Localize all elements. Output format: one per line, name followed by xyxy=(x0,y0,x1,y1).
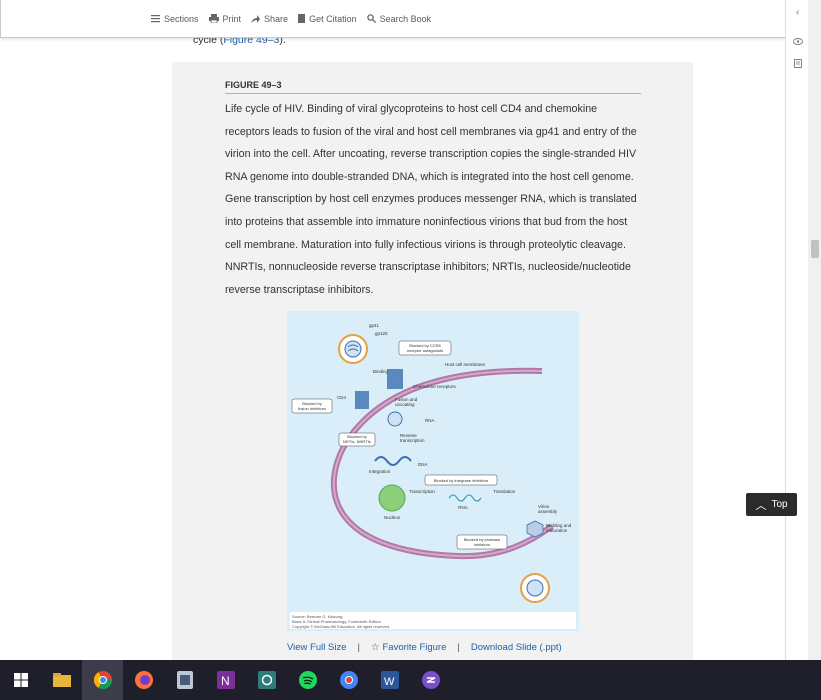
label-integrase: Blocked by integrase inhibitors xyxy=(434,478,488,483)
book-toolbar: Sections Print Share Get Citation Search… xyxy=(0,0,790,38)
figure-actions: View Full Size | ☆ Favorite Figure | Dow… xyxy=(287,642,587,653)
document-icon xyxy=(298,14,306,23)
label-ccr5-b: receptor antagonists xyxy=(407,348,443,353)
windows-start-icon[interactable] xyxy=(0,660,41,700)
label-gp120: gp120 xyxy=(375,331,388,336)
sections-label: Sections xyxy=(164,13,199,24)
nucleus-icon xyxy=(378,484,406,512)
windows-taskbar: N W xyxy=(0,660,821,700)
chemokine-receptor-icon xyxy=(387,369,403,389)
sections-button[interactable]: Sections xyxy=(151,14,199,24)
label-reverse-b: transcription xyxy=(400,438,425,443)
label-host-membrane: Host cell membrane xyxy=(445,362,486,367)
search-label: Search Book xyxy=(379,13,432,24)
page-viewport: cycle (Figure 49–3). FIGURE 49–3 Life cy… xyxy=(0,0,808,660)
label-gp41: gp41 xyxy=(369,323,380,328)
hiv-lifecycle-diagram: gp41 gp120 Blocked by CCR5 receptor anta… xyxy=(291,323,572,603)
printer-icon xyxy=(208,14,219,23)
utility-app-icon[interactable] xyxy=(164,660,205,700)
app-settings-icon[interactable] xyxy=(246,660,287,700)
notes-icon[interactable] xyxy=(789,55,806,72)
star-icon[interactable]: ☆ xyxy=(371,642,380,653)
separator: | xyxy=(357,642,360,653)
share-button[interactable]: Share xyxy=(251,14,288,24)
label-nrti-b: NRTIs, NNRTIs xyxy=(343,439,371,444)
label-rna2: RNA xyxy=(458,505,468,510)
share-icon xyxy=(251,14,261,23)
figure-label: FIGURE 49–3 xyxy=(225,80,641,94)
label-fusion-block-b: fusion inhibitors xyxy=(298,406,326,411)
purple-app-icon[interactable] xyxy=(410,660,451,700)
citation-label: Get Citation xyxy=(309,13,357,24)
label-cd4: CD4 xyxy=(337,395,346,400)
label-integration: Integration xyxy=(369,469,391,474)
chrome-icon[interactable] xyxy=(82,660,123,700)
back-to-top-button[interactable]: ︿ Top xyxy=(746,493,797,516)
mrna-icon xyxy=(448,494,482,502)
search-icon xyxy=(366,14,376,23)
label-nucleus: Nucleus xyxy=(384,515,401,520)
chevron-up-icon: ︿ xyxy=(755,499,767,512)
firefox-icon[interactable] xyxy=(123,660,164,700)
label-binding: Binding xyxy=(373,369,389,374)
favorite-figure-link[interactable]: Favorite Figure xyxy=(383,642,447,653)
figure-credit: Source: Bertram G. Katzung: Basic & Clin… xyxy=(290,612,576,629)
immature-virion-icon xyxy=(526,520,544,538)
figure-panel: FIGURE 49–3 Life cycle of HIV. Binding o… xyxy=(172,62,693,660)
svg-text:N: N xyxy=(221,674,230,688)
credit-line-3: Copyright © McGraw-Hill Education. All r… xyxy=(292,624,391,629)
download-slide-link[interactable]: Download Slide (.ppt) xyxy=(471,642,562,653)
print-button[interactable]: Print xyxy=(208,13,242,24)
onenote-icon[interactable]: N xyxy=(205,660,246,700)
right-rail: ‹ xyxy=(785,0,808,660)
chrome-alt-icon[interactable] xyxy=(328,660,369,700)
file-explorer-icon[interactable] xyxy=(41,660,82,700)
print-label: Print xyxy=(222,13,242,24)
label-fusion-b: uncoating xyxy=(395,402,415,407)
mature-virion-icon xyxy=(520,573,550,603)
figure-image-hiv-lifecycle[interactable]: gp41 gp120 Blocked by CCR5 receptor anta… xyxy=(287,311,579,631)
get-citation-button[interactable]: Get Citation xyxy=(298,14,357,24)
spotify-icon[interactable] xyxy=(287,660,328,700)
label-translation: Translation xyxy=(493,489,516,494)
hiv-virion-icon xyxy=(338,334,368,364)
view-full-size-link[interactable]: View Full Size xyxy=(287,642,347,653)
chevron-left-icon[interactable]: ‹ xyxy=(789,4,806,21)
sections-icon xyxy=(151,14,160,22)
dna-helix-icon xyxy=(374,456,412,466)
figure-caption: Life cycle of HIV. Binding of viral glyc… xyxy=(225,103,637,296)
cd4-receptor-icon xyxy=(355,391,369,409)
share-label: Share xyxy=(264,13,289,24)
word-icon[interactable]: W xyxy=(369,660,410,700)
search-book-button[interactable]: Search Book xyxy=(366,13,432,24)
label-rna: RNA xyxy=(425,418,435,423)
scrollbar-thumb[interactable] xyxy=(811,240,819,258)
label-chemokine: Chemokine receptors xyxy=(413,384,457,389)
label-virion-b: assembly xyxy=(538,509,558,514)
vertical-scrollbar[interactable] xyxy=(808,0,821,660)
top-label: Top xyxy=(771,499,788,510)
eye-icon[interactable] xyxy=(789,33,806,50)
label-budding-b: maturation xyxy=(546,528,568,533)
label-transcription: Transcription xyxy=(409,489,435,494)
svg-text:W: W xyxy=(384,676,395,688)
separator: | xyxy=(457,642,460,653)
label-protease-b: inhibitors xyxy=(474,542,490,547)
label-dna: DNA xyxy=(418,462,428,467)
capsid-icon xyxy=(387,411,403,427)
